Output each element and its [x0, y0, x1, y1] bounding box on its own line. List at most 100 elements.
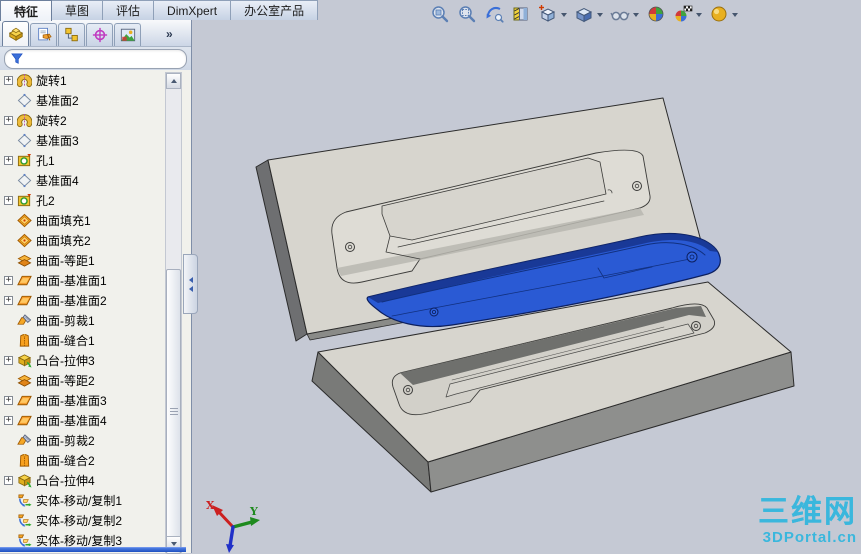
- tree-item-实体-移动/复制3[interactable]: + 实体-移动/复制3: [0, 530, 165, 548]
- tree-item-孔2[interactable]: + 孔2: [0, 190, 165, 210]
- hide-show-items-button[interactable]: [608, 3, 632, 25]
- expand-toggle[interactable]: +: [4, 295, 13, 305]
- tree-item-曲面-剪裁1[interactable]: + 曲面-剪裁1: [0, 310, 165, 330]
- commandmanager-tab-草图[interactable]: 草图: [52, 0, 104, 20]
- expand-toggle[interactable]: +: [4, 355, 13, 365]
- feature-label: 曲面填充2: [36, 233, 91, 248]
- feature-tree: + 旋转1 + 基准面2 + 旋转2 + 基准面3 + 孔1 + 基准面4 + …: [0, 70, 165, 548]
- commandmanager-tab-DimXpert[interactable]: DimXpert: [154, 0, 232, 20]
- section-view-button[interactable]: [509, 3, 533, 25]
- view-settings-dropdown-arrow[interactable]: [732, 13, 738, 17]
- view-settings-button[interactable]: [707, 3, 731, 25]
- edit-appearance-button[interactable]: [644, 3, 668, 25]
- feature-label: 孔1: [36, 153, 55, 168]
- feature-icon: [17, 273, 32, 288]
- expand-toggle[interactable]: +: [4, 75, 13, 85]
- commandmanager-tab-办公室产品[interactable]: 办公室产品: [231, 0, 319, 20]
- commandmanager-tab-特征[interactable]: 特征: [0, 0, 53, 21]
- apply-scene-dropdown-arrow[interactable]: [696, 13, 702, 17]
- feature-label: 基准面4: [36, 173, 79, 188]
- panel-tab-configurations[interactable]: [58, 23, 85, 46]
- tree-item-凸台-拉伸4[interactable]: + 凸台-拉伸4: [0, 470, 165, 490]
- tree-item-曲面-基准面3[interactable]: + 曲面-基准面3: [0, 390, 165, 410]
- expand-toggle[interactable]: +: [4, 415, 13, 425]
- tree-item-曲面-缝合2[interactable]: + 曲面-缝合2: [0, 450, 165, 470]
- tree-item-实体-移动/复制1[interactable]: + 实体-移动/复制1: [0, 490, 165, 510]
- scroll-up-button[interactable]: [166, 73, 181, 89]
- feature-icon: [17, 73, 32, 88]
- property-manager-icon: [35, 27, 53, 43]
- panel-splitter-handle[interactable]: [183, 254, 198, 314]
- reference-triad: X Y: [206, 499, 260, 553]
- feature-label: 曲面-缝合2: [36, 453, 95, 468]
- panel-tab-properties[interactable]: [30, 23, 57, 46]
- expand-toggle[interactable]: +: [4, 115, 13, 125]
- display-style-dropdown-arrow[interactable]: [597, 13, 603, 17]
- view-orientation-button[interactable]: [536, 3, 560, 25]
- configuration-manager-icon: [63, 27, 81, 43]
- rollback-bar[interactable]: [0, 547, 186, 552]
- feature-label: 凸台-拉伸3: [36, 353, 95, 368]
- apply-scene-button[interactable]: [671, 3, 695, 25]
- arrow-down-icon: [170, 542, 177, 546]
- expand-toggle[interactable]: +: [4, 275, 13, 285]
- scrollbar-grip: [170, 407, 178, 416]
- feature-icon: [17, 453, 32, 468]
- tree-item-孔1[interactable]: + 孔1: [0, 150, 165, 170]
- feature-label: 实体-移动/复制2: [36, 513, 123, 528]
- feature-label: 曲面-剪裁2: [36, 433, 95, 448]
- feature-label: 曲面-等距1: [36, 253, 95, 268]
- display-style-button[interactable]: [572, 3, 596, 25]
- tree-item-曲面-基准面1[interactable]: + 曲面-基准面1: [0, 270, 165, 290]
- scrollbar-thumb[interactable]: [166, 269, 181, 554]
- feature-icon: [17, 173, 32, 188]
- tree-item-曲面-基准面4[interactable]: + 曲面-基准面4: [0, 410, 165, 430]
- tree-item-基准面4[interactable]: + 基准面4: [0, 170, 165, 190]
- panel-tab-overflow[interactable]: »: [166, 27, 173, 41]
- feature-label: 曲面-等距2: [36, 373, 95, 388]
- feature-label: 旋转1: [36, 73, 67, 88]
- expand-toggle[interactable]: +: [4, 195, 13, 205]
- tree-item-曲面填充2[interactable]: + 曲面填充2: [0, 230, 165, 250]
- previous-view-icon: [484, 4, 504, 24]
- expand-toggle[interactable]: +: [4, 155, 13, 165]
- dimxpert-manager-icon: [91, 27, 109, 43]
- zoom-area-button[interactable]: [455, 3, 479, 25]
- commandmanager-tab-评估[interactable]: 评估: [103, 0, 155, 20]
- tree-filter-input[interactable]: [23, 51, 180, 67]
- tree-item-旋转2[interactable]: + 旋转2: [0, 110, 165, 130]
- feature-icon: [17, 233, 32, 248]
- tree-item-旋转1[interactable]: + 旋转1: [0, 70, 165, 90]
- hide-show-items-dropdown-arrow[interactable]: [633, 13, 639, 17]
- view-orientation-dropdown-arrow[interactable]: [561, 13, 567, 17]
- panel-tab-display[interactable]: [114, 23, 141, 46]
- hide-show-items-icon: [610, 4, 630, 24]
- tree-item-曲面-剪裁2[interactable]: + 曲面-剪裁2: [0, 430, 165, 450]
- expand-toggle[interactable]: +: [4, 475, 13, 485]
- previous-view-button[interactable]: [482, 3, 506, 25]
- tree-item-实体-移动/复制2[interactable]: + 实体-移动/复制2: [0, 510, 165, 530]
- expand-toggle[interactable]: +: [4, 395, 13, 405]
- display-style-icon: [574, 4, 594, 24]
- tree-item-基准面2[interactable]: + 基准面2: [0, 90, 165, 110]
- tree-item-曲面-缝合1[interactable]: + 曲面-缝合1: [0, 330, 165, 350]
- tree-item-曲面-等距2[interactable]: + 曲面-等距2: [0, 370, 165, 390]
- tree-item-曲面-基准面2[interactable]: + 曲面-基准面2: [0, 290, 165, 310]
- tree-item-曲面填充1[interactable]: + 曲面填充1: [0, 210, 165, 230]
- collapse-arrow-icon: [188, 285, 193, 292]
- watermark-subtitle: 3DPortal.cn: [762, 529, 857, 546]
- filter-pill[interactable]: [4, 49, 187, 69]
- panel-tab-features[interactable]: [2, 21, 29, 46]
- panel-tab-dimxpert[interactable]: [86, 23, 113, 46]
- tree-scrollbar[interactable]: [165, 72, 182, 554]
- feature-label: 曲面-基准面3: [36, 393, 107, 408]
- feature-icon: [17, 473, 32, 488]
- feature-label: 曲面-基准面4: [36, 413, 107, 428]
- commandmanager-tab-strip: 特征 草图 评估 DimXpert 办公室产品: [0, 0, 319, 21]
- tree-item-凸台-拉伸3[interactable]: + 凸台-拉伸3: [0, 350, 165, 370]
- zoom-fit-button[interactable]: [428, 3, 452, 25]
- section-view-icon: [511, 4, 531, 24]
- tree-item-基准面3[interactable]: + 基准面3: [0, 130, 165, 150]
- tree-item-曲面-等距1[interactable]: + 曲面-等距1: [0, 250, 165, 270]
- filter-row: [0, 47, 191, 70]
